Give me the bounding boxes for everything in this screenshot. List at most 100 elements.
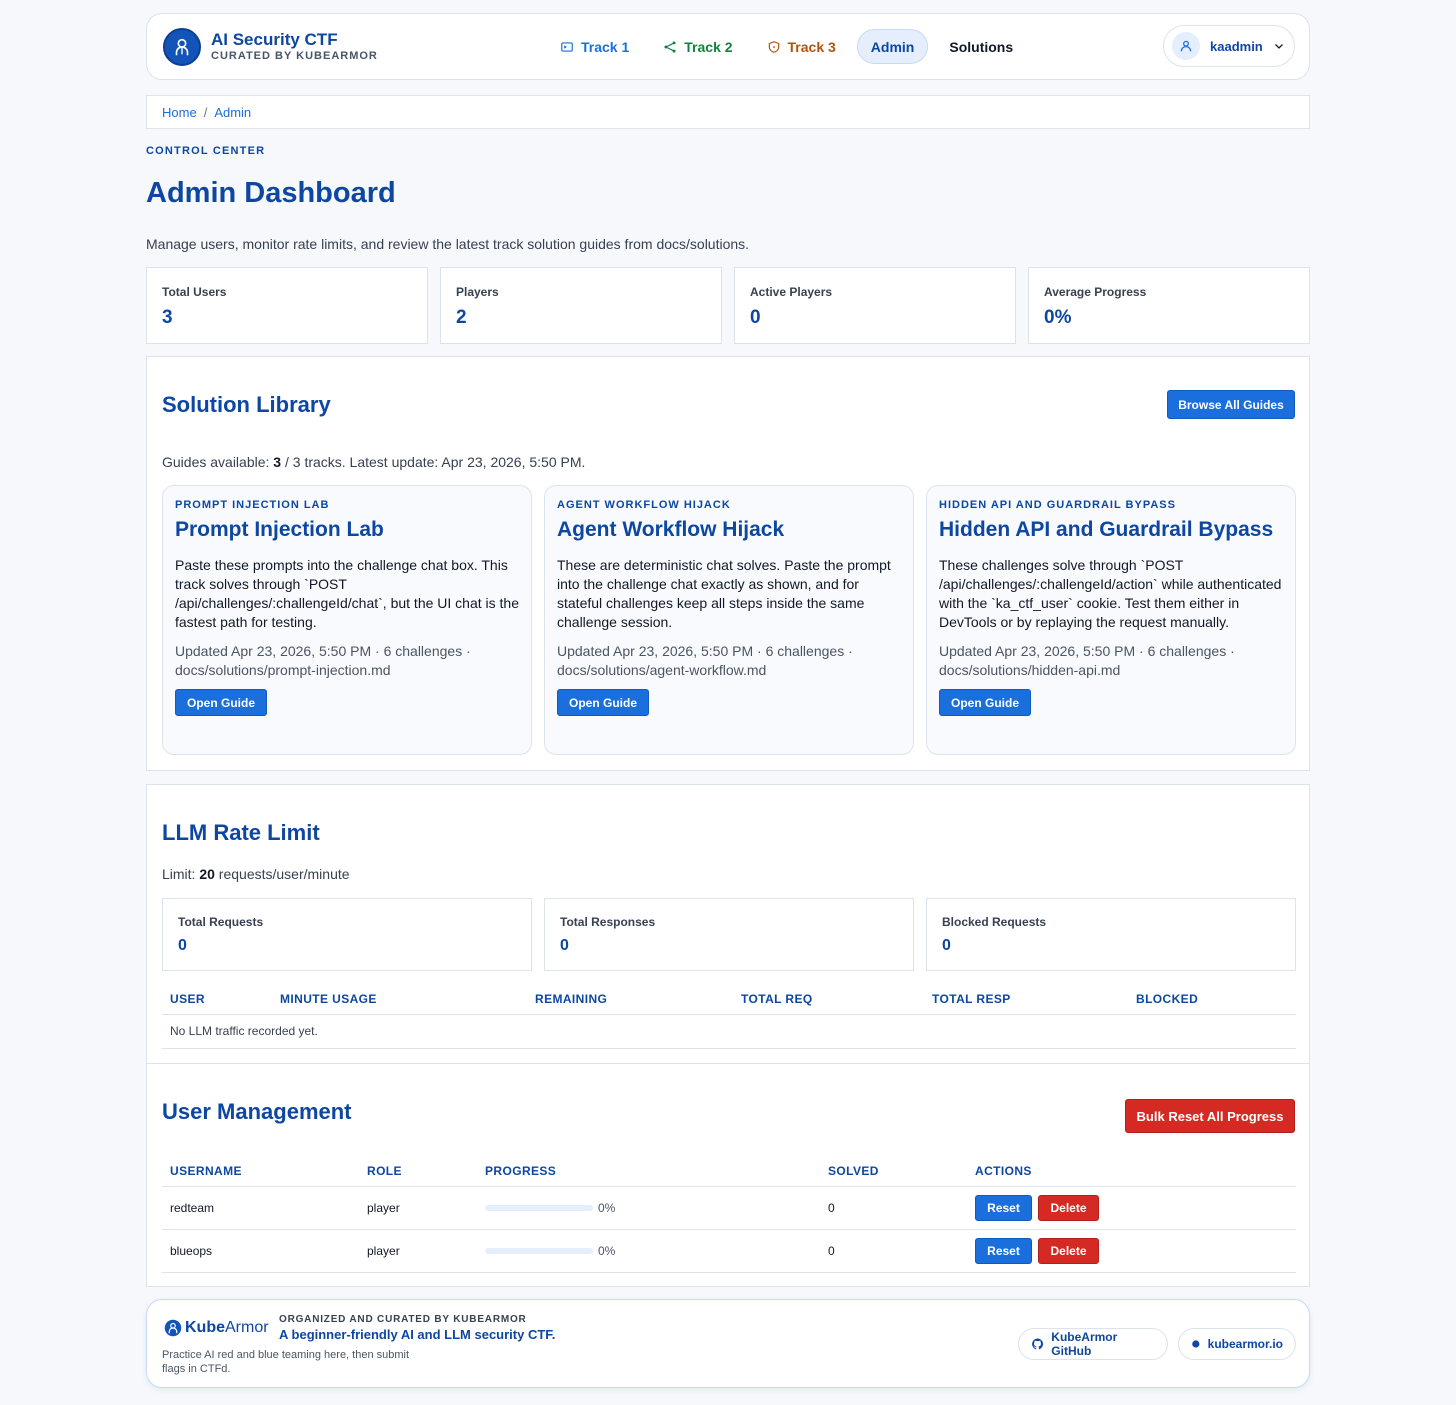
column-header: USER bbox=[162, 984, 272, 1015]
nav-track-2[interactable]: Track 2 bbox=[650, 29, 745, 64]
solution-library-title: Solution Library bbox=[162, 392, 331, 417]
guide-description: These challenges solve through `POST /ap… bbox=[939, 557, 1282, 630]
solution-library-panel: Solution Library Browse All Guides Guide… bbox=[146, 356, 1310, 771]
rate-limit-table: USER MINUTE USAGE REMAINING TOTAL REQ TO… bbox=[162, 984, 1296, 1049]
progress-bar bbox=[485, 1247, 593, 1254]
rate-limit-number: 20 bbox=[199, 866, 215, 882]
rate-limit-value: Limit: 20 requests/user/minute bbox=[162, 866, 350, 882]
stat-label: Total Responses bbox=[560, 915, 656, 929]
table-row: blueops player 0% 0 Reset Delete bbox=[162, 1229, 1296, 1273]
user-management-panel: User Management Bulk Reset All Progress … bbox=[146, 1063, 1310, 1287]
nav-solutions-label: Solutions bbox=[949, 38, 1014, 55]
kubearmor-logo-icon[interactable] bbox=[163, 27, 201, 66]
delete-user-button[interactable]: Delete bbox=[1038, 1194, 1099, 1221]
guide-title: Prompt Injection Lab bbox=[175, 518, 384, 541]
user-icon bbox=[1172, 32, 1200, 60]
website-link-label: kubearmor.io bbox=[1207, 1337, 1283, 1351]
guide-card-agent-workflow: AGENT WORKFLOW HIJACK Agent Workflow Hij… bbox=[544, 485, 914, 755]
github-link-label: KubeArmor GitHub bbox=[1051, 1330, 1118, 1358]
username-cell: blueops bbox=[162, 1229, 359, 1273]
reset-user-button[interactable]: Reset bbox=[975, 1237, 1032, 1264]
rate-limit-suffix: requests/user/minute bbox=[214, 866, 350, 882]
brand-title: AI Security CTF bbox=[211, 29, 338, 49]
column-header: MINUTE USAGE bbox=[272, 984, 527, 1015]
share-nodes-icon bbox=[664, 40, 676, 53]
nav-track-1-label: Track 1 bbox=[581, 38, 630, 55]
footer-logo[interactable]: KubeArmor bbox=[164, 1319, 269, 1337]
actions-cell: Reset Delete bbox=[967, 1229, 1296, 1273]
reset-user-button[interactable]: Reset bbox=[975, 1194, 1032, 1221]
breadcrumb-home[interactable]: Home bbox=[162, 105, 197, 120]
breadcrumb-admin[interactable]: Admin bbox=[214, 105, 251, 120]
table-header-row: USER MINUTE USAGE REMAINING TOTAL REQ TO… bbox=[162, 984, 1296, 1015]
open-guide-button[interactable]: Open Guide bbox=[175, 689, 267, 716]
main-nav: Track 1 Track 2 Track 3 Admin Solutions bbox=[547, 29, 1034, 64]
open-guide-button[interactable]: Open Guide bbox=[557, 689, 649, 716]
column-header: USERNAME bbox=[162, 1156, 359, 1187]
nav-admin-label: Admin bbox=[870, 38, 915, 55]
brand[interactable]: AI Security CTF CURATED BY KUBEARMOR bbox=[211, 29, 378, 63]
nav-track-1[interactable]: Track 1 bbox=[547, 29, 642, 64]
nav-track-3-label: Track 3 bbox=[787, 38, 836, 55]
delete-user-button[interactable]: Delete bbox=[1038, 1237, 1099, 1264]
footer-headline: A beginner-friendly AI and LLM security … bbox=[279, 1327, 556, 1342]
column-header: SOLVED bbox=[820, 1156, 967, 1187]
column-header: BLOCKED bbox=[1128, 984, 1296, 1015]
stat-value: 0 bbox=[750, 307, 761, 328]
column-header: PROGRESS bbox=[477, 1156, 820, 1187]
guide-tag: PROMPT INJECTION LAB bbox=[175, 499, 330, 511]
website-link[interactable]: kubearmor.io bbox=[1178, 1328, 1296, 1360]
column-header: TOTAL RESP bbox=[924, 984, 1128, 1015]
table-header-row: USERNAME ROLE PROGRESS SOLVED ACTIONS bbox=[162, 1156, 1296, 1187]
guide-tag: HIDDEN API AND GUARDRAIL BYPASS bbox=[939, 499, 1176, 511]
progress-label: 0% bbox=[598, 1200, 616, 1215]
guide-description: These are deterministic chat solves. Pas… bbox=[557, 557, 891, 630]
progress-cell: 0% bbox=[477, 1186, 820, 1230]
dot-icon bbox=[1192, 1340, 1200, 1348]
guides-meta-count: 3 bbox=[273, 454, 282, 470]
stat-total-requests: Total Requests 0 bbox=[162, 898, 532, 971]
rate-limit-prefix: Limit: bbox=[162, 866, 200, 882]
stat-value: 0 bbox=[942, 937, 951, 954]
github-link[interactable]: KubeArmor GitHub bbox=[1018, 1328, 1168, 1360]
nav-solutions[interactable]: Solutions bbox=[936, 29, 1026, 64]
stat-label: Total Requests bbox=[178, 915, 264, 929]
nav-track-2-label: Track 2 bbox=[684, 38, 733, 55]
guide-title: Agent Workflow Hijack bbox=[557, 518, 785, 541]
rate-limit-stats: Total Requests 0 Total Responses 0 Block… bbox=[162, 898, 1296, 971]
bulk-reset-button[interactable]: Bulk Reset All Progress bbox=[1125, 1099, 1295, 1133]
stat-label: Players bbox=[456, 285, 499, 299]
guide-title: Hidden API and Guardrail Bypass bbox=[939, 518, 1274, 541]
guides-meta-suffix: / 3 tracks. Latest update: Apr 23, 2026,… bbox=[281, 454, 586, 470]
user-menu-button[interactable]: kaadmin bbox=[1163, 25, 1295, 67]
stat-value: 0% bbox=[1044, 307, 1072, 328]
top-bar: AI Security CTF CURATED BY KUBEARMOR Tra… bbox=[146, 13, 1310, 80]
nav-admin[interactable]: Admin bbox=[856, 29, 929, 64]
username-cell: redteam bbox=[162, 1186, 359, 1230]
progress-label: 0% bbox=[598, 1243, 616, 1258]
stat-label: Blocked Requests bbox=[942, 915, 1047, 929]
kubearmor-logo-icon bbox=[164, 1319, 182, 1337]
open-guide-button[interactable]: Open Guide bbox=[939, 689, 1031, 716]
table-row: redteam player 0% 0 Reset Delete bbox=[162, 1186, 1296, 1230]
footer: KubeArmor Practice AI red and blue teami… bbox=[146, 1299, 1310, 1388]
shield-icon bbox=[768, 40, 779, 53]
browse-all-guides-button[interactable]: Browse All Guides bbox=[1167, 390, 1295, 419]
chevron-down-icon bbox=[1274, 44, 1283, 49]
user-management-title: User Management bbox=[162, 1099, 352, 1124]
stats-row: Total Users 3 Players 2 Active Players 0… bbox=[146, 267, 1310, 344]
role-cell: player bbox=[359, 1229, 477, 1273]
nav-track-3[interactable]: Track 3 bbox=[754, 29, 849, 64]
role-cell: player bbox=[359, 1186, 477, 1230]
stat-value: 0 bbox=[178, 937, 187, 954]
column-header: TOTAL REQ bbox=[733, 984, 924, 1015]
stat-value: 2 bbox=[456, 307, 467, 328]
footer-tagline: Practice AI red and blue teaming here, t… bbox=[162, 1349, 410, 1375]
solved-cell: 0 bbox=[820, 1229, 967, 1273]
progress-bar bbox=[485, 1204, 593, 1211]
user-name: kaadmin bbox=[1210, 38, 1263, 54]
footer-logo-suffix: Armor bbox=[225, 1319, 269, 1336]
breadcrumb: Home / Admin bbox=[146, 95, 1310, 129]
actions-cell: Reset Delete bbox=[967, 1186, 1296, 1230]
guides-meta: Guides available: 3 / 3 tracks. Latest u… bbox=[162, 454, 585, 470]
